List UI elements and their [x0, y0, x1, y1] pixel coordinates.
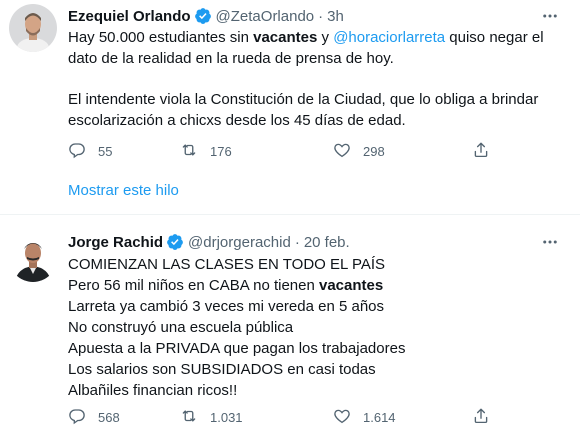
- like-button[interactable]: 1.614: [333, 405, 396, 429]
- highlighted-term: vacantes: [253, 29, 318, 46]
- retweet-count: 1.031: [210, 409, 243, 425]
- avatar-jorge-rachid[interactable]: [9, 234, 57, 282]
- tweet-line: escolarización a chicxs desde los 45 día…: [68, 112, 406, 129]
- tweet-feed: Ezequiel Orlando @ZetaOrlando · 3h Hay 5…: [0, 0, 580, 431]
- tweet-header: Ezequiel Orlando @ZetaOrlando · 3h: [68, 6, 344, 26]
- share-icon: [472, 407, 490, 428]
- like-count: 298: [363, 143, 385, 159]
- highlighted-term: vacantes: [319, 277, 384, 294]
- tweet-line: Albañiles financian ricos!!: [68, 382, 238, 399]
- timestamp[interactable]: 20 feb.: [304, 234, 350, 251]
- tweet-line: Los salarios son SUBSIDIADOS en casi tod…: [68, 361, 376, 378]
- tweet-line: Apuesta a la PRIVADA que pagan los traba…: [68, 340, 406, 357]
- mention-link[interactable]: @horaciorlarreta: [333, 29, 445, 46]
- retweet-button[interactable]: 176: [180, 139, 232, 163]
- action-bar: 568 1.031 1.614: [68, 405, 498, 429]
- share-button[interactable]: [472, 405, 490, 429]
- verified-badge-icon: [194, 7, 212, 25]
- verified-badge-icon: [166, 233, 184, 251]
- tweet-text: Hay 50.000 estudiantes sin vacantes y @h…: [68, 27, 562, 131]
- author-handle[interactable]: @ZetaOrlando: [216, 8, 315, 25]
- tweet-line: Pero 56 mil niños en CABA no tienen vaca…: [68, 275, 562, 296]
- text-span: quiso negar el: [445, 29, 544, 46]
- author-name[interactable]: Jorge Rachid: [68, 234, 163, 251]
- action-bar: 55 176 298: [68, 139, 498, 163]
- retweet-button[interactable]: 1.031: [180, 405, 243, 429]
- more-icon[interactable]: [540, 6, 560, 26]
- share-icon: [472, 141, 490, 162]
- reply-count: 568: [98, 409, 120, 425]
- retweet-icon: [180, 141, 198, 162]
- reply-button[interactable]: 568: [68, 405, 120, 429]
- text-span: Pero 56 mil niños en CABA no tienen: [68, 277, 319, 294]
- share-button[interactable]: [472, 139, 490, 163]
- text-span: Hay 50.000 estudiantes sin: [68, 29, 254, 46]
- tweet-line: El intendente viola la Constitución de l…: [68, 91, 539, 108]
- more-icon[interactable]: [540, 232, 560, 252]
- tweet-line: COMIENZAN LAS CLASES EN TODO EL PAÍS: [68, 256, 386, 273]
- author-handle[interactable]: @drjorgerachid: [188, 234, 291, 251]
- like-icon: [333, 407, 351, 428]
- separator-dot: ·: [294, 233, 300, 251]
- reply-button[interactable]: 55: [68, 139, 112, 163]
- like-icon: [333, 141, 351, 162]
- text-span: y: [317, 29, 334, 46]
- avatar-ezequiel-orlando[interactable]: [9, 4, 57, 52]
- reply-icon: [68, 407, 86, 428]
- like-button[interactable]: 298: [333, 139, 385, 163]
- retweet-icon: [180, 407, 198, 428]
- tweet-text: COMIENZAN LAS CLASES EN TODO EL PAÍS Per…: [68, 254, 562, 401]
- like-count: 1.614: [363, 409, 396, 425]
- tweet-divider: [0, 214, 580, 215]
- reply-count: 55: [98, 143, 113, 159]
- tweet-line: No construyó una escuela pública: [68, 319, 294, 336]
- reply-icon: [68, 141, 86, 162]
- tweet-header: Jorge Rachid @drjorgerachid · 20 feb.: [68, 232, 350, 252]
- timestamp[interactable]: 3h: [327, 8, 344, 25]
- retweet-count: 176: [210, 143, 232, 159]
- tweet-line: Larreta ya cambió 3 veces mi vereda en 5…: [68, 298, 385, 315]
- author-name[interactable]: Ezequiel Orlando: [68, 8, 191, 25]
- separator-dot: ·: [318, 7, 324, 25]
- tweet-line: dato de la realidad en la rueda de prens…: [68, 50, 394, 67]
- show-thread-link[interactable]: Mostrar este hilo: [68, 182, 179, 199]
- tweet-line: Hay 50.000 estudiantes sin vacantes y @h…: [68, 27, 562, 48]
